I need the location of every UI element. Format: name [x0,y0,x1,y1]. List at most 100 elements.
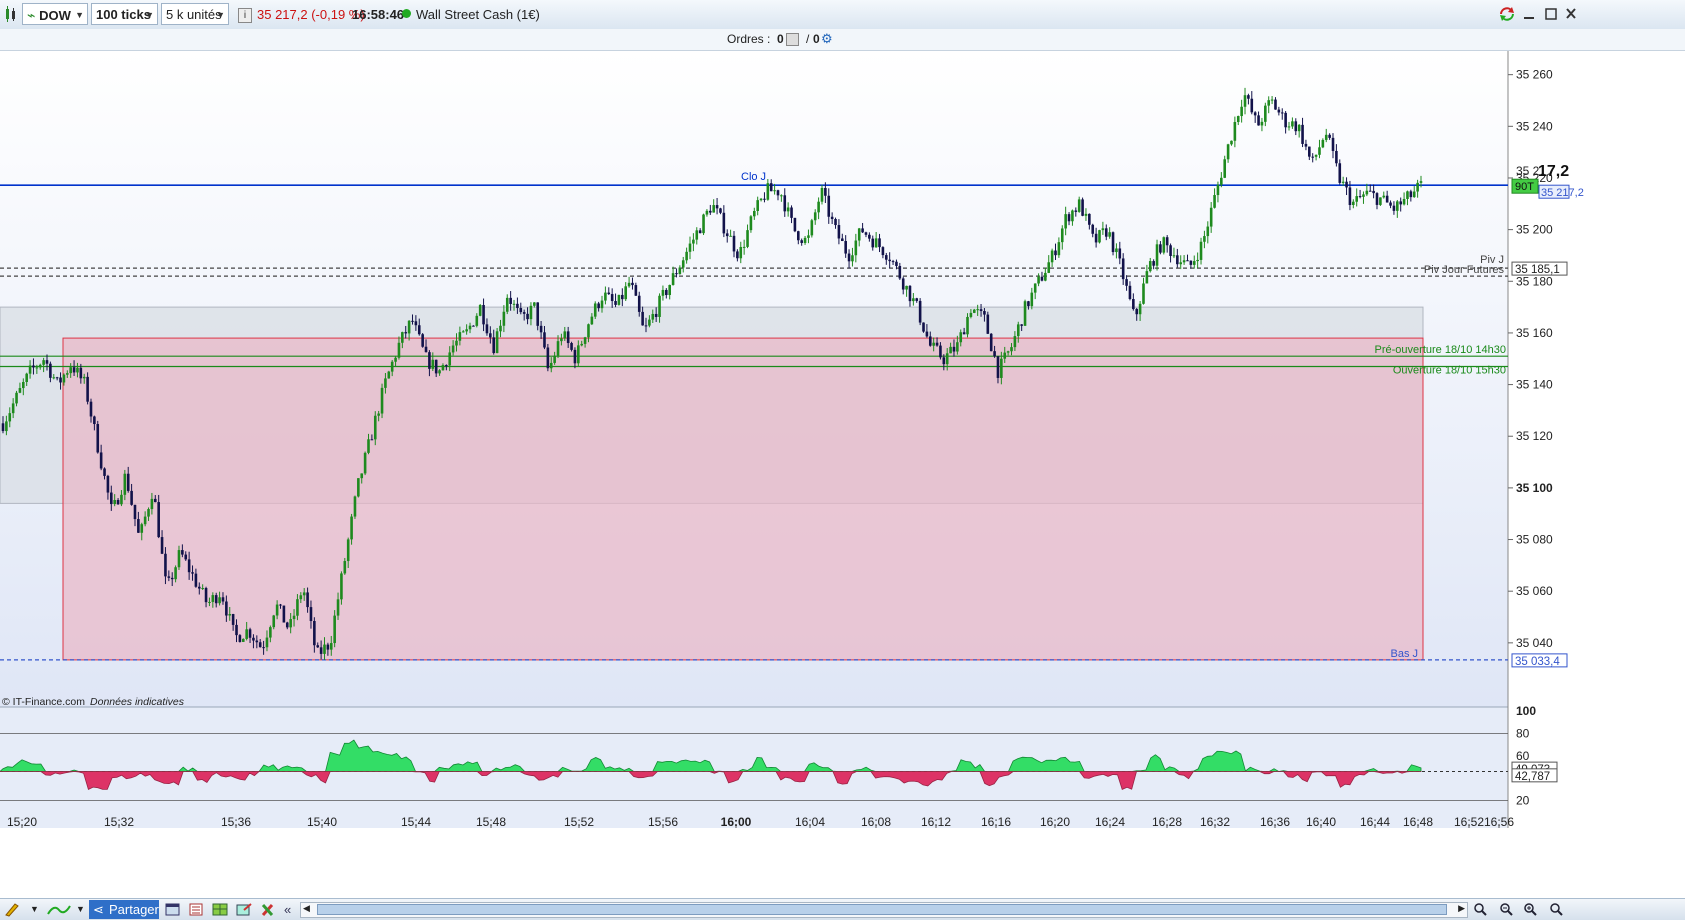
maximize-icon[interactable] [1545,7,1557,21]
list-icon[interactable] [188,902,204,917]
grid-icon[interactable] [212,902,228,917]
candle-body [895,261,898,266]
candle-body [1233,122,1237,141]
candle-body [593,303,597,317]
candle-body [908,285,912,302]
scroll-left-icon[interactable]: ◀ [303,903,310,914]
candle-body [692,239,695,244]
info-icon[interactable]: i [238,8,252,23]
candle-body [1050,250,1054,263]
orders-icon[interactable] [786,33,799,46]
candle-body [702,214,705,234]
close-icon[interactable] [1565,7,1577,21]
candle-body [353,496,357,517]
y-tick-label: 35 180 [1516,274,1553,288]
candle-body [1027,301,1030,307]
candle-body [658,295,661,317]
scrollbar-thumb[interactable] [317,904,1447,915]
candle-body [678,267,682,275]
candle-body [461,331,465,333]
share-icon: ⋖ [93,902,104,917]
candle-body [346,539,350,562]
chevron-down-icon[interactable]: ▼ [30,902,46,917]
candle-body [1054,250,1057,256]
candle-body [401,332,404,343]
candle-body [394,357,397,362]
candle-body [1331,137,1335,151]
minimize-icon[interactable] [1523,7,1535,21]
zoom-menu-icon[interactable] [1548,902,1564,917]
candle-body [634,285,638,296]
candle-body [1321,139,1325,148]
horizontal-scrollbar[interactable]: ◀ ▶ [300,902,1468,918]
candle-body [840,238,844,242]
candle-body [360,473,364,479]
level-label: Bas J [1390,648,1418,660]
candle-body [780,195,783,197]
candle-body [512,303,516,305]
candle-body [482,304,485,325]
candle-body [1213,195,1216,208]
level-label: Pré-ouverture 18/10 14h30 [1375,344,1506,356]
candle-body [1250,98,1254,113]
candle-body [522,312,526,314]
sync-icon[interactable] [1498,6,1516,22]
candle-body [756,200,759,212]
chart-tool-icon[interactable] [4,5,18,23]
candle-body [712,205,715,213]
candle-body [174,567,177,580]
zoom-fit-icon[interactable] [1472,902,1488,917]
candle-body [434,359,438,374]
candle-body [519,308,523,313]
settings-gear-icon[interactable]: ⚙ [821,31,833,47]
candle-body [793,217,797,232]
candle-body [11,403,15,414]
candle-body [1000,358,1003,378]
candle-body [1128,285,1132,299]
candle-body [648,319,651,326]
candle-body [993,351,996,357]
scroll-right-icon[interactable]: ▶ [1458,903,1465,914]
candle-body [1277,109,1281,113]
scroll-left-double-icon[interactable]: « [284,902,300,917]
candle-body [489,333,492,338]
candle-body [1247,95,1250,99]
price-chart[interactable]: Clo JPiv JPiv Jour FuturesPré-ouverture … [0,51,1685,828]
x-tick-label: 16:20 [1040,815,1070,828]
level-label: Clo J [741,171,766,183]
candle-body [665,289,668,296]
indicator-tool-icon[interactable] [46,902,72,917]
tools-icon[interactable] [260,902,276,917]
candle-body [624,286,628,300]
share-button[interactable]: ⋖ Partager [89,900,159,919]
drawing-tool-icon[interactable] [4,902,20,917]
window-icon[interactable] [165,902,181,917]
x-tick-label: 15:56 [648,815,678,828]
candle-body [651,313,655,320]
export-icon[interactable] [236,902,252,917]
candle-body [644,325,648,327]
ticks-selector[interactable]: 100 ticks ▼ [91,3,158,25]
candle-body [1223,159,1227,178]
candle-body [265,637,269,648]
candle-body [285,622,289,628]
candle-body [824,188,827,196]
candle-body [495,331,499,354]
candle-body [218,597,221,604]
candle-body [194,573,198,587]
candle-body [1074,210,1078,212]
candle-body [445,365,448,367]
last-price-big: 17,2 [1538,163,1569,180]
candle-body [1108,232,1111,237]
units-selector[interactable]: 5 k unités ▼ [161,3,229,25]
instrument-selector[interactable]: ⌁ DOW ▼ [22,3,88,25]
zoom-in-icon[interactable] [1522,902,1538,917]
candle-body [130,490,133,505]
candle-body [1189,260,1193,265]
candle-body [715,205,719,209]
candle-body [197,586,201,589]
candle-body [1057,242,1061,256]
market-name: Wall Street Cash (1€) [416,7,540,22]
candle-body [972,309,976,313]
zoom-out-icon[interactable] [1498,902,1514,917]
